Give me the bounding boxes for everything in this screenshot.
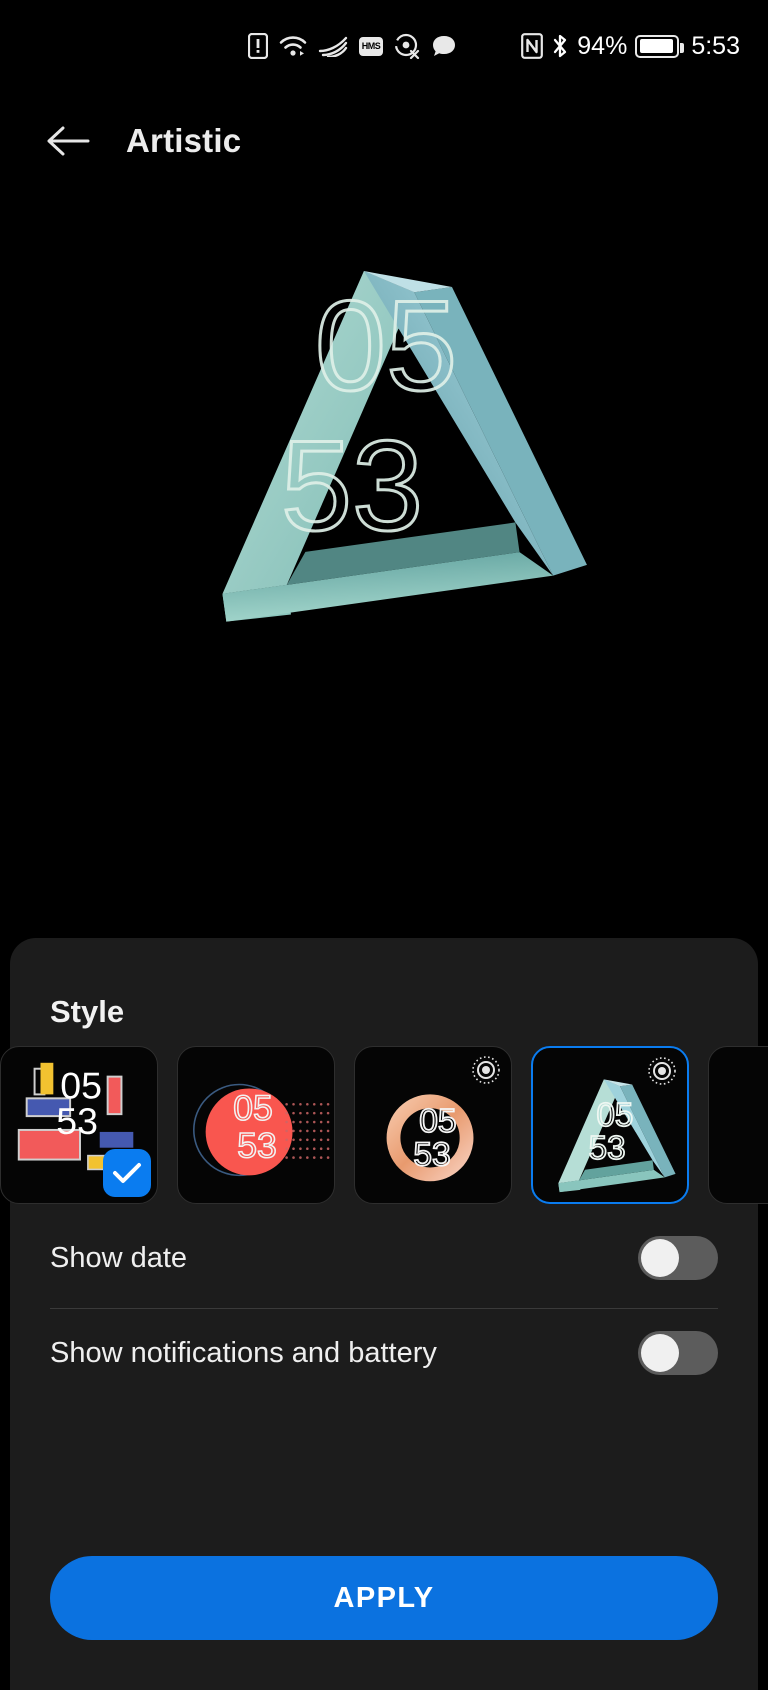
preview-hours: 05 — [315, 275, 457, 418]
battery-percent-label: 94% — [577, 31, 628, 60]
style-card-blocks[interactable]: 05 53 — [0, 1046, 158, 1204]
card-hours: 05 — [419, 1103, 456, 1140]
setting-row-show-notifications[interactable]: Show notifications and battery — [50, 1323, 718, 1383]
back-arrow-icon — [47, 126, 90, 156]
app-bar: Artistic — [0, 108, 768, 174]
sim-alert-icon — [248, 33, 268, 59]
status-bar: HMS 94% 5:53 — [0, 0, 768, 92]
toggle-knob — [641, 1239, 679, 1277]
aod-badge — [471, 1055, 501, 1090]
toggle-knob — [641, 1334, 679, 1372]
card-hours: 05 — [233, 1088, 273, 1128]
settings-divider — [50, 1308, 718, 1309]
nfc-icon — [521, 33, 544, 59]
bluetooth-icon — [554, 34, 567, 58]
huawei-share-icon — [318, 36, 348, 57]
style-heading: Style — [50, 994, 125, 1029]
message-icon — [433, 36, 455, 56]
card-minutes: 53 — [56, 1100, 98, 1142]
card-hours: 05 — [596, 1097, 633, 1134]
style-card-circle[interactable]: 05 53 — [177, 1046, 335, 1204]
show-notifications-label: Show notifications and battery — [50, 1336, 437, 1369]
clock-preview: 05 53 — [0, 200, 768, 920]
circle-art: 05 53 — [193, 1083, 330, 1177]
show-date-label: Show date — [50, 1241, 188, 1274]
style-bottom-sheet: Style 05 53 05 53 05 53 05 53 Show date … — [0, 938, 768, 1690]
card-minutes: 53 — [413, 1136, 450, 1173]
card-minutes: 53 — [589, 1130, 626, 1167]
aod-badge — [647, 1056, 677, 1091]
location-off-icon — [394, 33, 420, 59]
card-minutes: 53 — [237, 1126, 277, 1166]
apply-button[interactable]: APPLY — [50, 1556, 718, 1640]
show-date-toggle[interactable] — [638, 1236, 718, 1280]
battery-icon — [635, 34, 685, 58]
always-on-display-icon — [648, 1057, 676, 1085]
preview-minutes: 53 — [281, 415, 423, 558]
always-on-display-icon — [472, 1056, 500, 1084]
show-notifications-toggle[interactable] — [638, 1331, 718, 1375]
style-carousel[interactable]: 05 53 05 53 05 53 05 53 — [0, 1046, 768, 1206]
style-card-torus[interactable]: 05 53 — [354, 1046, 512, 1204]
phone-screen: HMS 94% 5:53 Artistic 05 53 Style 05 53 … — [0, 0, 768, 1690]
status-bar-clock: 5:53 — [691, 31, 740, 60]
setting-row-show-date[interactable]: Show date — [50, 1228, 718, 1288]
style-card-penrose[interactable]: 05 53 — [531, 1046, 689, 1204]
style-card-next[interactable] — [708, 1046, 768, 1204]
page-title: Artistic — [126, 122, 242, 159]
back-button[interactable] — [38, 111, 98, 171]
status-bar-left-icons: HMS — [248, 33, 457, 59]
selected-check-badge — [103, 1149, 151, 1197]
hms-icon: HMS — [359, 36, 383, 56]
penrose-triangle-preview: 05 53 — [222, 271, 587, 622]
check-icon — [113, 1163, 141, 1183]
wifi-icon — [279, 36, 307, 56]
status-bar-right-icons: 94% 5:53 — [521, 32, 740, 61]
